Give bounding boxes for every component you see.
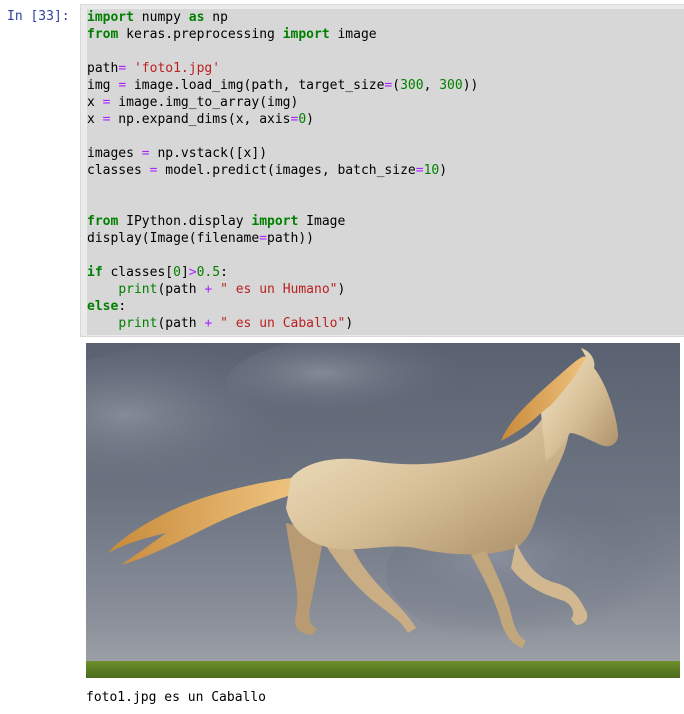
code-token: image [329, 27, 377, 42]
code-token: np.vstack([x]) [149, 146, 268, 161]
code-line[interactable]: path= 'foto1.jpg' [87, 60, 684, 77]
code-token: display(Image(filename [87, 231, 260, 246]
code-token: IPython.display [118, 214, 252, 229]
code-token: 300 [439, 78, 463, 93]
code-token: else [87, 299, 119, 314]
code-token: 0 [298, 112, 307, 127]
code-token: ) [439, 163, 448, 178]
output-image [86, 343, 680, 678]
code-token: path)) [267, 231, 314, 246]
code-token: " es un Caballo" [220, 316, 346, 331]
code-token: classes[ [102, 265, 174, 280]
cell-prompt: In [33]: [7, 9, 70, 24]
code-line[interactable]: import numpy as np [87, 9, 684, 26]
code-cell-input[interactable]: import numpy as np from keras.preprocessi… [80, 4, 684, 337]
code-token: )) [462, 78, 479, 93]
code-token: numpy [133, 10, 189, 25]
code-token: , [423, 78, 440, 93]
code-token: = [118, 78, 127, 93]
code-token: 10 [423, 163, 440, 178]
code-token: (path [157, 282, 205, 297]
code-line[interactable] [87, 196, 684, 213]
horse-photo [86, 343, 680, 678]
code-token: ( [392, 78, 401, 93]
code-token: x [87, 95, 103, 110]
code-token: images [87, 146, 142, 161]
code-token: if [87, 265, 103, 280]
code-token: 300 [400, 78, 424, 93]
code-token: img [87, 78, 119, 93]
code-token: ) [306, 112, 314, 127]
code-line[interactable]: else: [87, 298, 684, 315]
code-token: (path [157, 316, 205, 331]
code-token: = [415, 163, 424, 178]
code-token: np [204, 10, 228, 25]
code-line[interactable]: img = image.load_img(path, target_size=(… [87, 77, 684, 94]
code-token: 'foto1.jpg' [133, 61, 221, 76]
code-token: x [87, 112, 103, 127]
code-token: np.expand_dims(x, axis [110, 112, 291, 127]
code-token: 0.5 [196, 265, 221, 280]
code-token: model.predict(images, batch_size [157, 163, 416, 178]
code-line[interactable] [87, 179, 684, 196]
code-token: : [220, 265, 228, 280]
code-token: = [118, 61, 127, 76]
code-token: import [251, 214, 299, 229]
code-editor[interactable]: import numpy as np from keras.preprocessi… [87, 9, 684, 335]
code-token: ) [337, 282, 346, 297]
code-line[interactable]: from IPython.display import Image [87, 213, 684, 230]
code-token: = [141, 146, 150, 161]
code-line[interactable]: print(path + " es un Caballo") [87, 315, 684, 332]
code-token: import [282, 27, 330, 42]
code-line[interactable]: display(Image(filename=path)) [87, 230, 684, 247]
code-token: print [118, 282, 158, 297]
code-token: from [87, 214, 119, 229]
code-token: Image [298, 214, 346, 229]
code-token: ] [180, 265, 189, 280]
code-line[interactable] [87, 43, 684, 60]
code-line[interactable]: print(path + " es un Humano") [87, 281, 684, 298]
code-token: image.img_to_array(img) [110, 95, 299, 110]
code-token: print [118, 316, 158, 331]
code-line[interactable]: x = image.img_to_array(img) [87, 94, 684, 111]
code-token: > [188, 265, 197, 280]
code-line[interactable]: from keras.preprocessing import image [87, 26, 684, 43]
code-token: import [87, 10, 134, 25]
code-token: image.load_img(path, target_size [126, 78, 385, 93]
code-token: = [259, 231, 268, 246]
code-line[interactable] [87, 247, 684, 264]
output-text: foto1.jpg es un Caballo [86, 690, 267, 705]
code-line[interactable]: images = np.vstack([x]) [87, 145, 684, 162]
code-token: " es un Humano" [220, 282, 338, 297]
code-token: classes [87, 163, 150, 178]
code-token: 0 [173, 265, 181, 280]
code-token: keras.preprocessing [118, 27, 283, 42]
code-token: : [118, 299, 127, 314]
code-token: from [87, 27, 119, 42]
code-token: as [188, 10, 205, 25]
code-token: ) [345, 316, 354, 331]
code-line[interactable] [87, 128, 684, 145]
code-token: path [87, 61, 119, 76]
code-line[interactable]: classes = model.predict(images, batch_si… [87, 162, 684, 179]
code-line[interactable]: if classes[0]>0.5: [87, 264, 684, 281]
code-line[interactable]: x = np.expand_dims(x, axis=0) [87, 111, 684, 128]
